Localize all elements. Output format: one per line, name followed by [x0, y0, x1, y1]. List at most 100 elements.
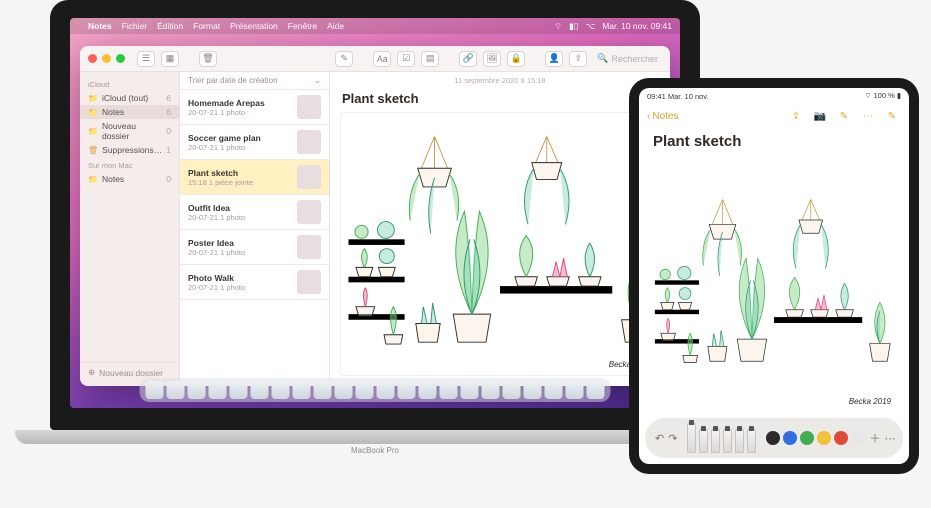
- minimize-icon[interactable]: [102, 54, 111, 63]
- camera-icon[interactable]: 📷: [811, 107, 829, 125]
- lasso-tool[interactable]: [735, 429, 744, 453]
- chevron-down-icon[interactable]: ⌄: [314, 76, 321, 85]
- view-list-icon[interactable]: ☰: [137, 51, 155, 67]
- note-subtitle: 20-07-21 1 photo: [188, 143, 292, 152]
- dock-app[interactable]: [461, 381, 479, 399]
- menu-aide[interactable]: Aide: [327, 21, 344, 31]
- menu-format[interactable]: Format: [193, 21, 220, 31]
- battery-icon[interactable]: ▮▯: [569, 21, 578, 32]
- menubar-clock[interactable]: Mar. 10 nov. 09:41: [602, 21, 672, 31]
- sort-label[interactable]: Trier par date de création: [188, 76, 278, 85]
- color-swatches: [766, 431, 865, 445]
- delete-note-icon[interactable]: 🗑: [199, 51, 217, 67]
- color-swatch[interactable]: [851, 431, 865, 445]
- markup-icon[interactable]: ✎: [835, 107, 853, 125]
- folder-icon: 📁: [88, 175, 98, 184]
- dock-app[interactable]: [566, 381, 584, 399]
- dock-app[interactable]: [503, 381, 521, 399]
- new-note-icon[interactable]: ✎: [883, 107, 901, 125]
- dock-app[interactable]: [419, 381, 437, 399]
- dock-app[interactable]: [524, 381, 542, 399]
- dock-app[interactable]: [545, 381, 563, 399]
- menu-presentation[interactable]: Présentation: [230, 21, 278, 31]
- new-note-icon[interactable]: ✎: [335, 51, 353, 67]
- dock-app[interactable]: [587, 381, 605, 399]
- close-icon[interactable]: [88, 54, 97, 63]
- sketch-attachment[interactable]: Becka 2019: [340, 112, 660, 376]
- note-row[interactable]: Plant sketch 15:18 1 pièce jointe: [180, 160, 329, 195]
- sidebar-item-icloud-all[interactable]: 📁 iCloud (tout) 6: [80, 91, 179, 105]
- share-icon[interactable]: ⇪: [569, 51, 587, 67]
- menu-fenetre[interactable]: Fenêtre: [288, 21, 317, 31]
- add-icon[interactable]: ＋: [869, 430, 880, 446]
- menu-edition[interactable]: Édition: [157, 21, 183, 31]
- sidebar-item-new-folder[interactable]: 📁 Nouveau dossier 0: [80, 119, 179, 143]
- collaborate-icon[interactable]: 👤: [545, 51, 563, 67]
- control-center-icon[interactable]: ⌥: [585, 21, 595, 32]
- note-row[interactable]: Outfit Idea 20-07-21 1 photo: [180, 195, 329, 230]
- checklist-icon[interactable]: ☑: [397, 51, 415, 67]
- dock-app[interactable]: [440, 381, 458, 399]
- back-button[interactable]: ‹ Notes: [647, 111, 678, 122]
- note-subtitle: 20-07-21 1 photo: [188, 283, 292, 292]
- dock-app[interactable]: [398, 381, 416, 399]
- dock-app[interactable]: [167, 381, 185, 399]
- dock-app[interactable]: [293, 381, 311, 399]
- dock-app[interactable]: [209, 381, 227, 399]
- wifi-icon[interactable]: ⌔: [554, 21, 562, 32]
- format-text-icon[interactable]: Aa: [373, 51, 391, 67]
- menubar-app-name[interactable]: Notes: [88, 21, 112, 31]
- color-swatch[interactable]: [766, 431, 780, 445]
- note-row[interactable]: Poster Idea 20-07-21 1 photo: [180, 230, 329, 265]
- link-icon[interactable]: 🔗: [459, 51, 477, 67]
- dock-app[interactable]: [188, 381, 206, 399]
- view-grid-icon[interactable]: ▦: [161, 51, 179, 67]
- sidebar-item-count: 6: [166, 93, 171, 103]
- ruler-tool[interactable]: [747, 429, 756, 453]
- plus-circle-icon: ⊕: [88, 367, 95, 378]
- dock-app[interactable]: [356, 381, 374, 399]
- search-field[interactable]: 🔍 Rechercher: [593, 53, 662, 64]
- dock-app[interactable]: [377, 381, 395, 399]
- eraser-tool[interactable]: [723, 429, 732, 453]
- pencil-tool[interactable]: [711, 429, 720, 453]
- menu-fichier[interactable]: Fichier: [122, 21, 148, 31]
- folders-sidebar: iCloud 📁 iCloud (tout) 6 📁 Notes 6: [80, 72, 180, 386]
- undo-icon[interactable]: ↶: [655, 430, 664, 446]
- dock-app[interactable]: [251, 381, 269, 399]
- dock-app[interactable]: [230, 381, 248, 399]
- note-row[interactable]: Homemade Arepas 20-07-21 1 photo: [180, 90, 329, 125]
- dock-app[interactable]: [482, 381, 500, 399]
- fullscreen-icon[interactable]: [116, 54, 125, 63]
- ipad-sketch-canvas[interactable]: Becka 2019: [649, 156, 899, 412]
- color-swatch[interactable]: [800, 431, 814, 445]
- ipad-note-title: Plant sketch: [639, 131, 909, 156]
- color-swatch[interactable]: [817, 431, 831, 445]
- note-detail: 11 septembre 2020 à 15:18 Plant sketch B…: [330, 72, 670, 386]
- color-swatch[interactable]: [783, 431, 797, 445]
- sidebar-item-notes[interactable]: 📁 Notes 6: [80, 105, 179, 119]
- note-row[interactable]: Soccer game plan 20-07-21 1 photo: [180, 125, 329, 160]
- note-row[interactable]: Photo Walk 20-07-21 1 photo: [180, 265, 329, 300]
- more-icon[interactable]: ⋯: [859, 107, 877, 125]
- note-title: Poster Idea: [188, 238, 292, 248]
- window-traffic-lights[interactable]: [88, 54, 125, 63]
- sidebar-item-recently-deleted[interactable]: 🗑 Suppressions récentes 1: [80, 143, 179, 157]
- dock-app[interactable]: [146, 381, 164, 399]
- pen-tool[interactable]: [687, 423, 696, 453]
- sidebar-item-local-notes[interactable]: 📁 Notes 0: [80, 172, 179, 186]
- marker-tool[interactable]: [699, 429, 708, 453]
- note-thumbnail: [297, 235, 321, 259]
- dock-app[interactable]: [314, 381, 332, 399]
- lock-icon[interactable]: 🔒: [507, 51, 525, 67]
- dock-app[interactable]: [272, 381, 290, 399]
- redo-icon[interactable]: ↷: [668, 430, 677, 446]
- chevron-left-icon: ‹: [647, 111, 650, 122]
- sidebar-new-folder-label: Nouveau dossier: [99, 368, 163, 378]
- share-icon[interactable]: ⇪: [787, 107, 805, 125]
- dock-app[interactable]: [335, 381, 353, 399]
- more-icon[interactable]: ⋯: [884, 430, 895, 446]
- table-icon[interactable]: ▤: [421, 51, 439, 67]
- color-swatch[interactable]: [834, 431, 848, 445]
- media-icon[interactable]: 🖼: [483, 51, 501, 67]
